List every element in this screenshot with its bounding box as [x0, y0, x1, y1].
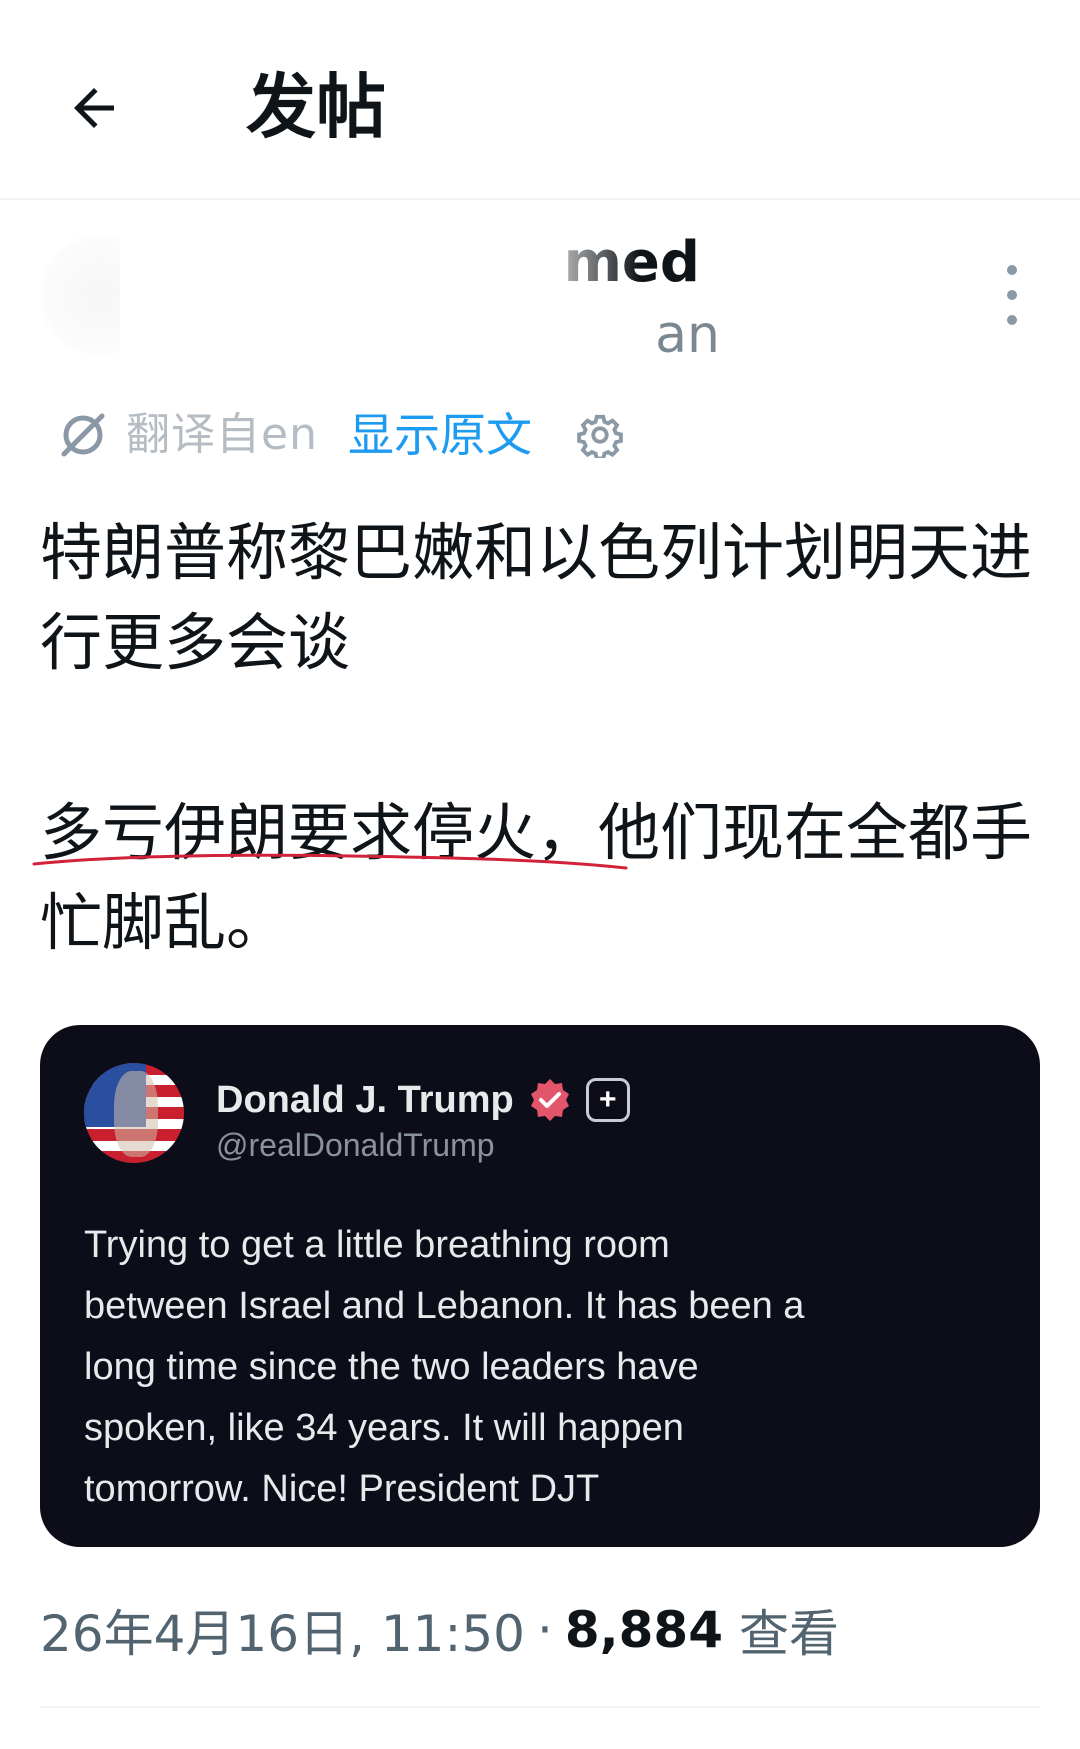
post-paragraph-2: 多亏伊朗要求停火，他们现在全都手忙脚乱。 — [40, 796, 1033, 959]
embed-name-row: Donald J. Trump + — [216, 1075, 630, 1125]
more-vertical-icon-dot — [1007, 315, 1017, 325]
embed-line: Trying to get a little breathing room — [84, 1224, 670, 1266]
post-body: 特朗普称黎巴嫩和以色列计划明天进行更多会谈 多亏伊朗要求停火，他们现在全都手忙脚… — [40, 508, 1040, 968]
author-row[interactable]: med an — [0, 205, 1080, 385]
embed-line: between Israel and Lebanon. It has been … — [84, 1285, 805, 1327]
page-title: 发帖 — [246, 66, 386, 148]
post-timestamp[interactable]: 26年4月16日, 11:50 — [40, 1594, 525, 1666]
more-options-button[interactable] — [992, 265, 1032, 325]
views-count: 8,884 — [564, 1601, 723, 1659]
embed-avatar — [84, 1063, 184, 1163]
translate-icon — [56, 408, 110, 462]
embed-author-name: Donald J. Trump — [216, 1078, 514, 1121]
translation-row: 翻译自en 显示原文 — [56, 400, 626, 470]
translated-from-label: 翻译自en — [126, 409, 318, 460]
post-paragraph-1: 特朗普称黎巴嫩和以色列计划明天进行更多会谈 — [40, 516, 1033, 679]
embed-line: spoken, like 34 years. It will happen — [84, 1407, 684, 1449]
embed-post-text: Trying to get a little breathing room be… — [84, 1215, 1004, 1520]
views-label: 查看 — [739, 1605, 839, 1663]
embed-line: long time since the two leaders have — [84, 1346, 699, 1388]
embedded-post-image[interactable]: Donald J. Trump + @realDonaldTrump Tryin… — [40, 1025, 1040, 1547]
back-button[interactable] — [56, 70, 132, 146]
more-vertical-icon — [1007, 265, 1017, 275]
plus-badge: + — [585, 1078, 630, 1122]
redaction-mask — [120, 225, 640, 375]
top-bar: 发帖 — [0, 0, 1080, 200]
meta-separator: · — [536, 1601, 553, 1659]
gear-icon[interactable] — [574, 409, 626, 461]
more-vertical-icon-dot — [1007, 290, 1017, 300]
verified-badge-icon — [530, 1079, 569, 1121]
divider — [40, 1706, 1040, 1708]
post-meta: 26年4月16日, 11:50 · 8,884 查看 — [40, 1590, 839, 1670]
embed-author-handle: @realDonaldTrump — [216, 1127, 495, 1163]
red-underline-annotation — [32, 853, 628, 870]
show-original-link[interactable]: 显示原文 — [348, 405, 532, 465]
embed-line: tomorrow. Nice! President DJT — [84, 1468, 600, 1510]
arrow-left-icon — [74, 88, 114, 128]
